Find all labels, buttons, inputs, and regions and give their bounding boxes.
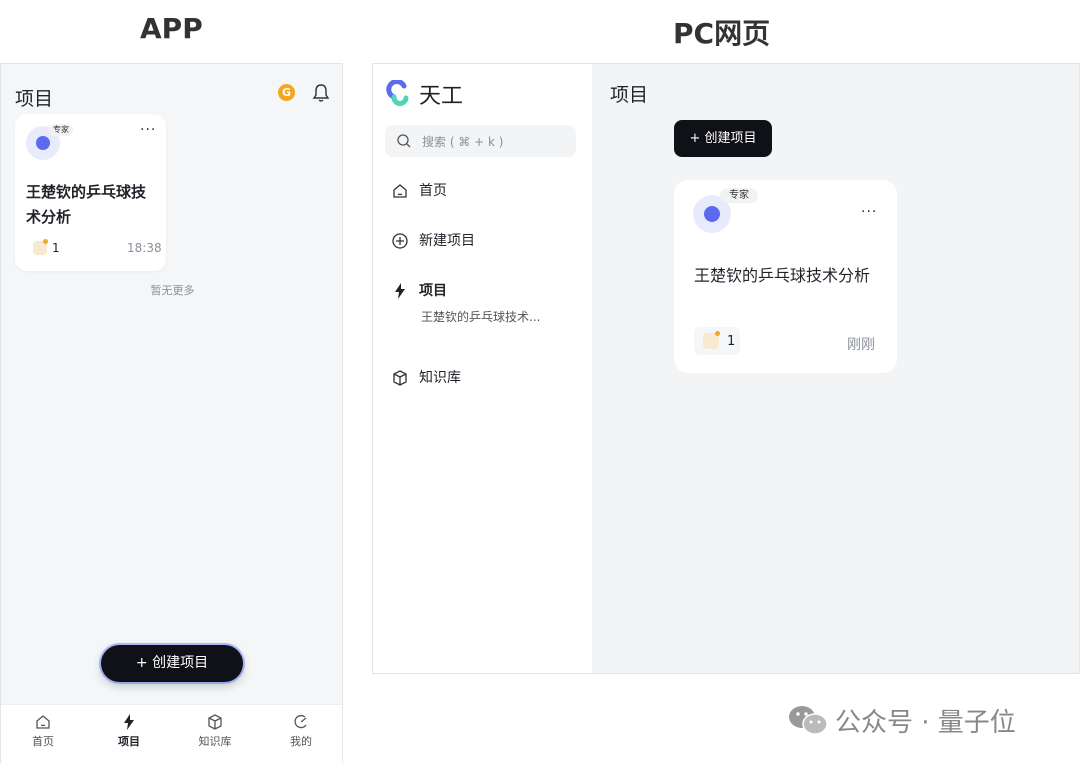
document-count: 1 (52, 241, 60, 255)
tab-profile[interactable]: 我的 (276, 713, 326, 749)
sidebar-item-projects-label: 项目 (419, 283, 447, 299)
tab-profile-label: 我的 (290, 735, 312, 748)
project-title: 王楚钦的乒乓球技术分析 (26, 183, 147, 226)
expert-tag: 专家 (49, 124, 73, 136)
project-card[interactable]: 专家 ··· 王楚钦的乒乓球技术分析 1 18:38 (15, 114, 166, 271)
cube-icon (208, 714, 222, 730)
search-icon (397, 134, 411, 148)
pc-heading: PC网页 (673, 17, 771, 50)
search-input[interactable]: 搜索 ( ⌘ + k ) (385, 125, 576, 157)
wechat-icon (789, 706, 828, 735)
sidebar-item-knowledge-label: 知识库 (419, 370, 461, 386)
document-count: 1 (727, 334, 736, 349)
project-time: 18:38 (127, 241, 162, 255)
project-card[interactable]: 专家 ··· 王楚钦的乒乓球技术分析 1 刚刚 (674, 180, 897, 373)
lightning-icon (124, 714, 134, 730)
project-title: 王楚钦的乒乓球技术分析 (694, 266, 871, 285)
page-title: 项目 (15, 88, 54, 110)
sidebar-item-home[interactable]: 首页 (391, 180, 447, 200)
sidebar-item-new-project[interactable]: 新建项目 (391, 230, 475, 250)
profile-icon (294, 714, 307, 729)
sidebar-subitem-project[interactable]: 王楚钦的乒乓球技术... (421, 308, 540, 325)
cube-icon (393, 370, 407, 386)
brand-name: 天工 (419, 84, 464, 109)
lightning-icon (395, 283, 405, 299)
tab-knowledge[interactable]: 知识库 (190, 713, 240, 749)
tab-home-label: 首页 (32, 735, 54, 748)
app-heading: APP (140, 12, 203, 45)
pc-screen: 天工 搜索 ( ⌘ + k ) 首页 新建项目 项目 王楚钦的乒乓球技术... … (372, 63, 1080, 674)
no-more-text: 暂无更多 (150, 284, 195, 297)
tab-projects[interactable]: 项目 (104, 713, 154, 749)
tab-projects-label: 项目 (118, 735, 140, 748)
more-icon[interactable]: ··· (140, 122, 156, 138)
main-title: 项目 (610, 84, 649, 106)
app-screen: 项目 G 专家 ··· 王楚钦的乒乓球技术分析 1 18:38 暂无更多 + 创… (0, 63, 343, 763)
create-project-button[interactable]: + 创建项目 (674, 120, 772, 157)
document-icon (703, 331, 720, 349)
sidebar-item-projects[interactable]: 项目 (391, 280, 447, 300)
sidebar-item-knowledge[interactable]: 知识库 (391, 367, 461, 387)
bottom-tab-bar: 首页 项目 知识库 我的 (1, 704, 342, 763)
document-count-badge: 1 (694, 327, 740, 355)
document-icon (33, 239, 48, 255)
create-project-button[interactable]: + 创建项目 (101, 645, 243, 682)
tiangong-logo-icon[interactable] (385, 80, 411, 106)
tab-knowledge-label: 知识库 (198, 735, 232, 748)
search-placeholder: 搜索 ( ⌘ + k ) (422, 135, 504, 149)
more-icon[interactable]: ··· (861, 204, 877, 220)
sidebar: 天工 搜索 ( ⌘ + k ) 首页 新建项目 项目 王楚钦的乒乓球技术... … (373, 64, 592, 673)
coin-icon[interactable]: G (278, 84, 295, 101)
sidebar-item-new-project-label: 新建项目 (419, 233, 475, 249)
expert-tag: 专家 (720, 188, 758, 203)
tab-home[interactable]: 首页 (18, 713, 68, 749)
home-icon (393, 184, 407, 198)
home-icon (36, 715, 50, 729)
bell-icon[interactable] (312, 83, 330, 103)
watermark-text: 公众号 · 量子位 (835, 708, 1016, 738)
project-time: 刚刚 (847, 337, 875, 353)
sidebar-item-home-label: 首页 (419, 183, 447, 199)
plus-circle-icon (392, 233, 408, 249)
